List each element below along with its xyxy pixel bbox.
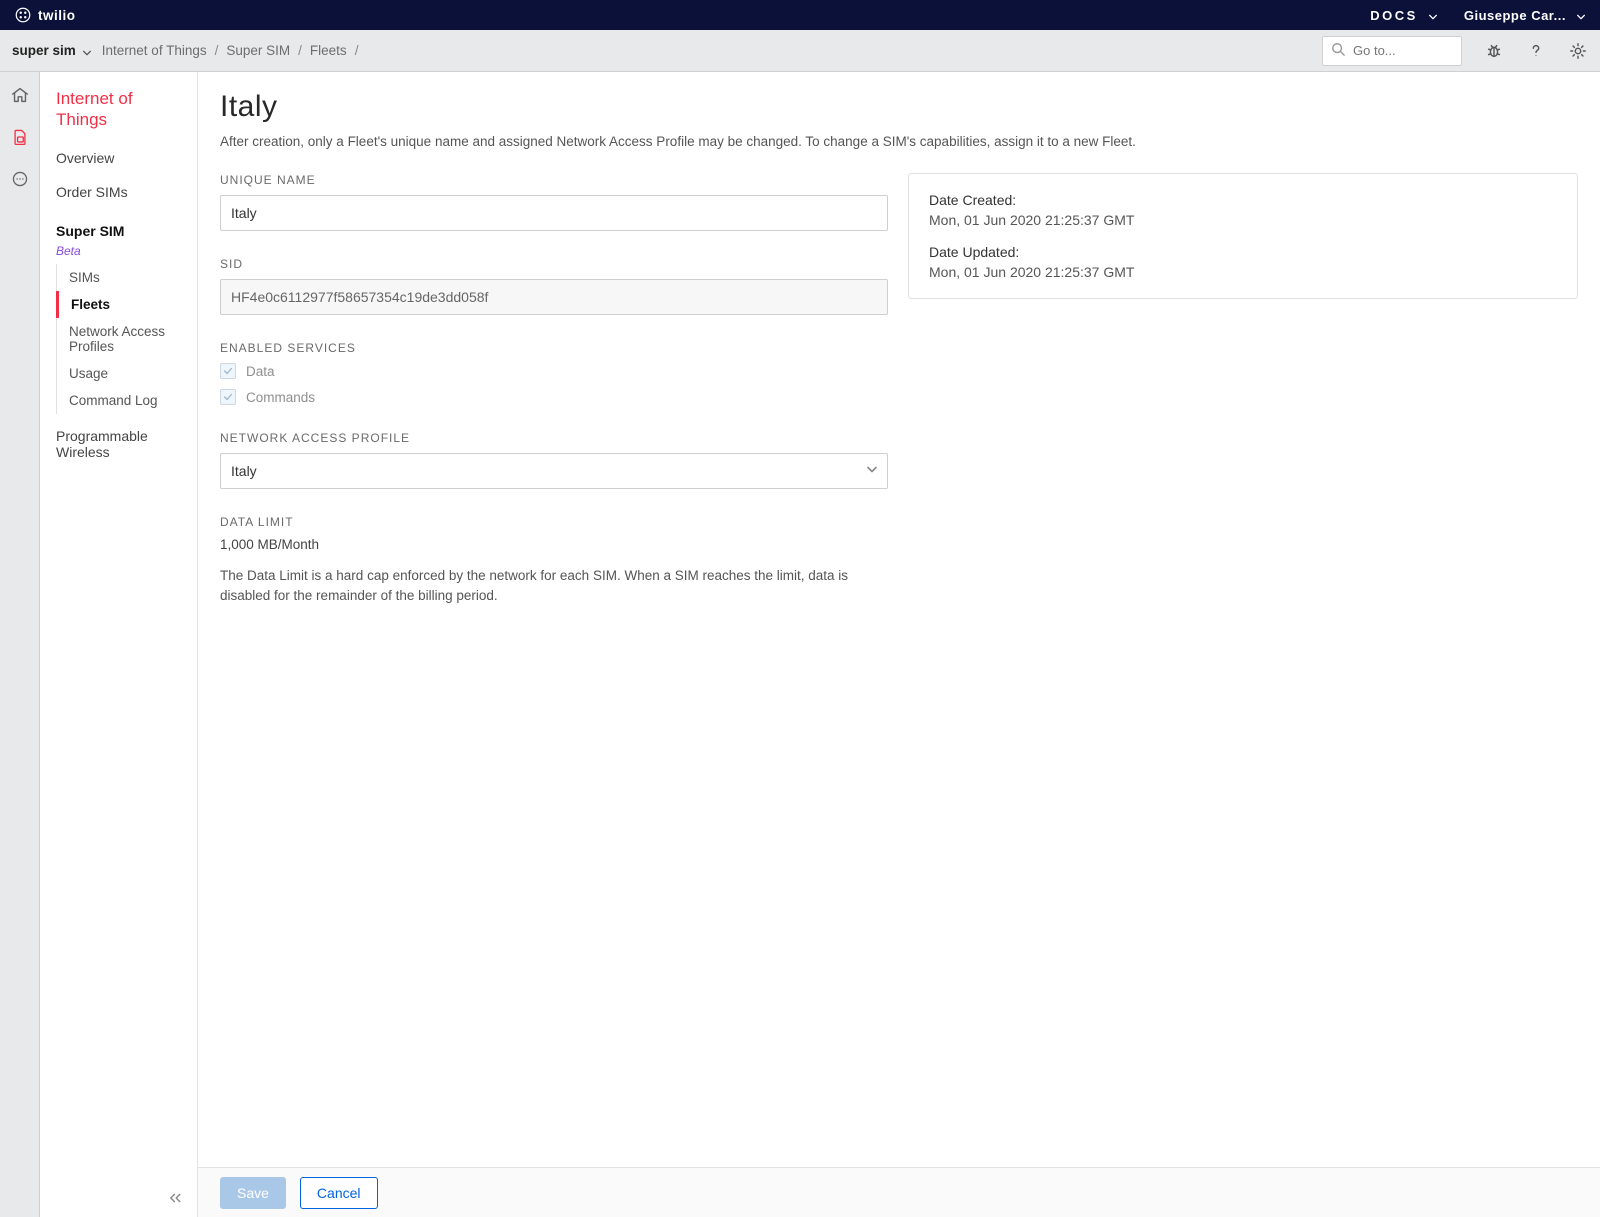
enabled-services-label: ENABLED SERVICES: [220, 341, 888, 355]
sidebar-item-overview[interactable]: Overview: [40, 141, 197, 175]
collapse-sidebar-icon[interactable]: [169, 1192, 187, 1207]
help-icon[interactable]: [1526, 41, 1546, 61]
brand[interactable]: twilio: [14, 6, 76, 24]
date-created-label: Date Created:: [929, 192, 1557, 208]
chevron-down-icon: [82, 46, 92, 56]
data-limit-label: DATA LIMIT: [220, 515, 888, 529]
metadata-card: Date Created: Mon, 01 Jun 2020 21:25:37 …: [908, 173, 1578, 299]
service-commands-label: Commands: [246, 390, 315, 405]
chevron-down-icon: [1576, 10, 1586, 20]
sidebar-item-super-sim[interactable]: Super SIM: [40, 209, 197, 248]
data-limit-value: 1,000 MB/Month: [220, 537, 888, 552]
checkbox-icon: [220, 363, 236, 379]
cancel-button[interactable]: Cancel: [300, 1177, 378, 1209]
user-menu[interactable]: Giuseppe Car...: [1464, 8, 1586, 23]
page-title: Italy: [220, 90, 1578, 124]
search-icon: [1331, 42, 1345, 59]
sidebar-item-programmable-wireless[interactable]: Programmable Wireless: [40, 414, 197, 469]
sid-label: SID: [220, 257, 888, 271]
sim-icon[interactable]: [9, 126, 31, 148]
brand-name: twilio: [38, 8, 76, 23]
search-field[interactable]: [1351, 42, 1453, 59]
nap-value: Italy: [220, 453, 888, 489]
date-updated-value: Mon, 01 Jun 2020 21:25:37 GMT: [929, 264, 1557, 280]
date-updated-label: Date Updated:: [929, 244, 1557, 260]
chevron-down-icon: [866, 464, 878, 479]
icon-rail: [0, 72, 40, 1217]
service-data-checkbox[interactable]: Data: [220, 363, 888, 379]
breadcrumb-item[interactable]: Fleets: [310, 43, 347, 58]
sid-value: HF4e0c6112977f58657354c19de3dd058f: [220, 279, 888, 315]
breadcrumb-item[interactable]: Super SIM: [226, 43, 290, 58]
save-button[interactable]: Save: [220, 1177, 286, 1209]
sidebar-item-usage[interactable]: Usage: [57, 360, 197, 387]
project-switcher[interactable]: super sim: [12, 43, 92, 58]
docs-label: DOCS: [1370, 8, 1418, 23]
sub-bar: super sim Internet of Things/ Super SIM/…: [0, 30, 1600, 72]
project-name: super sim: [12, 43, 76, 58]
sidebar-subnav: SIMs Fleets Network Access Profiles Usag…: [56, 264, 197, 414]
sidebar: Internet of Things Overview Order SIMs S…: [40, 72, 198, 1217]
more-icon[interactable]: [9, 168, 31, 190]
date-created-value: Mon, 01 Jun 2020 21:25:37 GMT: [929, 212, 1557, 228]
sidebar-item-sims[interactable]: SIMs: [57, 264, 197, 291]
service-data-label: Data: [246, 364, 275, 379]
sidebar-item-command-log[interactable]: Command Log: [57, 387, 197, 414]
debug-icon[interactable]: [1484, 41, 1504, 61]
sidebar-title: Internet of Things: [40, 88, 197, 141]
page-description: After creation, only a Fleet's unique na…: [220, 134, 1578, 149]
home-icon[interactable]: [9, 84, 31, 106]
action-footer: Save Cancel: [198, 1167, 1600, 1217]
search-input[interactable]: [1322, 36, 1462, 66]
data-limit-help: The Data Limit is a hard cap enforced by…: [220, 566, 870, 605]
breadcrumb: Internet of Things/ Super SIM/ Fleets/: [102, 43, 359, 58]
sidebar-nav: Overview Order SIMs Super SIM Beta SIMs …: [40, 141, 197, 469]
nap-label: NETWORK ACCESS PROFILE: [220, 431, 888, 445]
user-name: Giuseppe Car...: [1464, 8, 1566, 23]
service-commands-checkbox[interactable]: Commands: [220, 389, 888, 405]
sidebar-item-fleets[interactable]: Fleets: [56, 291, 197, 318]
checkbox-icon: [220, 389, 236, 405]
gear-icon[interactable]: [1568, 41, 1588, 61]
unique-name-label: UNIQUE NAME: [220, 173, 888, 187]
nap-select[interactable]: Italy: [220, 453, 888, 489]
twilio-logo-icon: [14, 6, 32, 24]
breadcrumb-item[interactable]: Internet of Things: [102, 43, 207, 58]
chevron-down-icon: [1428, 10, 1438, 20]
sidebar-item-nap[interactable]: Network Access Profiles: [57, 318, 197, 360]
docs-menu[interactable]: DOCS: [1370, 8, 1438, 23]
sidebar-item-order-sims[interactable]: Order SIMs: [40, 175, 197, 209]
top-bar: twilio DOCS Giuseppe Car...: [0, 0, 1600, 30]
beta-badge: Beta: [56, 244, 197, 258]
unique-name-input[interactable]: [220, 195, 888, 231]
